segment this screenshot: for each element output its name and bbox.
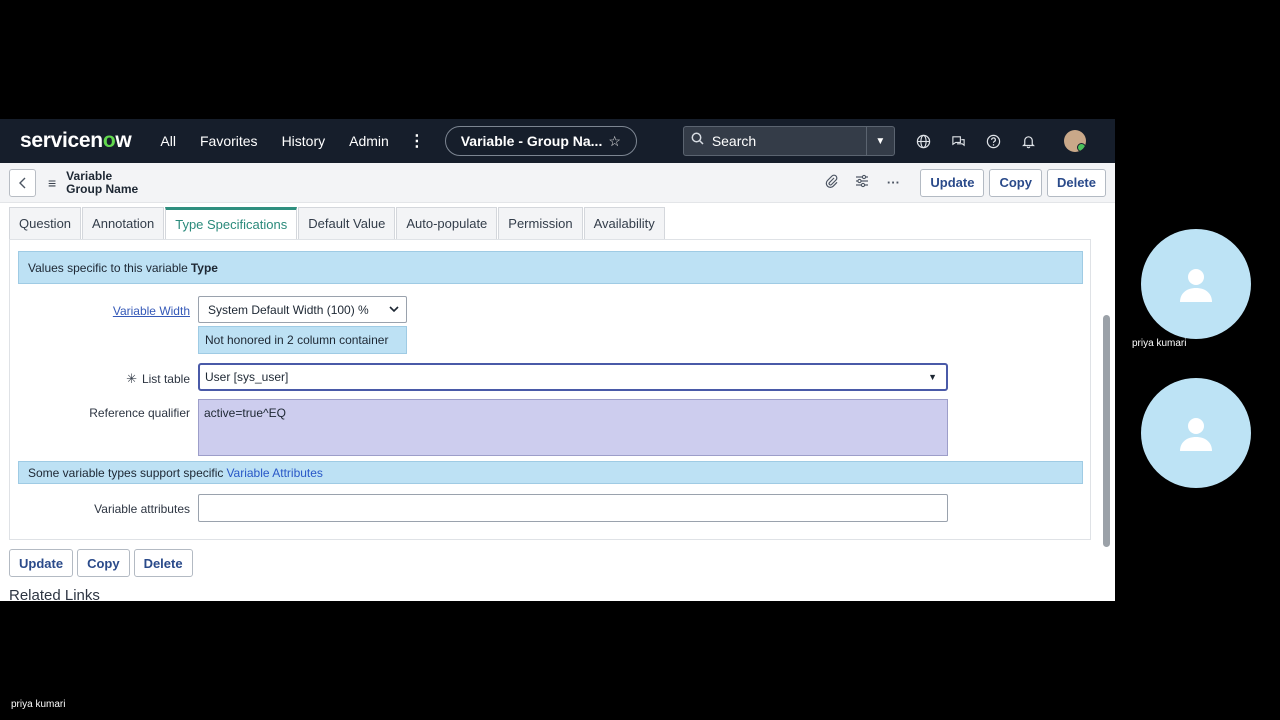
user-placeholder-icon	[1180, 269, 1212, 302]
tab-question[interactable]: Question	[9, 207, 82, 239]
top-navigation-bar: servicenow All Favorites History Admin ⋮…	[0, 119, 1115, 163]
reference-qualifier-label: Reference qualifier	[89, 406, 190, 420]
back-button[interactable]	[9, 168, 36, 197]
tab-availability[interactable]: Availability	[583, 207, 665, 239]
list-table-label: ✳ List table	[126, 371, 190, 386]
variable-attributes-label: Variable attributes	[94, 502, 190, 516]
form-tabs: Question Annotation Type Specifications …	[0, 203, 1115, 239]
variable-attributes-input[interactable]	[198, 494, 948, 522]
type-specifications-panel: Values specific to this variable Type Var…	[9, 239, 1091, 540]
reference-qualifier-textarea[interactable]: active=true^EQ	[198, 399, 948, 456]
context-title: Variable - Group Na...	[460, 133, 603, 149]
servicenow-window: servicenow All Favorites History Admin ⋮…	[0, 119, 1115, 601]
tab-default-value[interactable]: Default Value	[298, 207, 396, 239]
nav-favorites[interactable]: Favorites	[200, 133, 258, 149]
help-icon[interactable]	[983, 130, 1005, 152]
participant-tile-self	[1141, 378, 1251, 488]
more-options-icon[interactable]: ···	[884, 175, 902, 190]
variable-width-label[interactable]: Variable Width	[10, 304, 190, 318]
notifications-bell-icon[interactable]	[1018, 130, 1040, 152]
form-context-menu-icon[interactable]: ≡	[48, 175, 56, 191]
form-header: ≡ Variable Group Name ··· Update Copy De…	[0, 163, 1115, 203]
variable-attributes-banner: Some variable types support specific Vari…	[18, 461, 1083, 484]
bottom-delete-button[interactable]: Delete	[133, 549, 193, 577]
user-placeholder-icon	[1180, 418, 1212, 451]
chevron-down-icon	[389, 304, 399, 316]
tab-annotation[interactable]: Annotation	[82, 207, 165, 239]
update-button[interactable]: Update	[920, 168, 985, 197]
tab-type-specifications[interactable]: Type Specifications	[165, 207, 298, 239]
globe-icon[interactable]	[913, 130, 935, 152]
servicenow-logo[interactable]: servicenow	[20, 129, 132, 153]
attachment-paperclip-icon[interactable]	[822, 174, 840, 191]
chat-icon[interactable]	[948, 130, 970, 152]
dropdown-triangle-icon: ▼	[928, 372, 937, 382]
bottom-update-button[interactable]: Update	[9, 549, 74, 577]
more-menu-icon[interactable]: ⋮	[409, 131, 425, 151]
bottom-copy-button[interactable]: Copy	[77, 549, 130, 577]
width-note: Not honored in 2 column container	[198, 326, 407, 354]
participant-name: priya kumari	[1132, 338, 1187, 349]
nav-history[interactable]: History	[282, 133, 326, 149]
related-links-heading: Related Links	[9, 587, 100, 601]
variable-attributes-link[interactable]: Variable Attributes	[226, 466, 323, 480]
nav-admin[interactable]: Admin	[349, 133, 389, 149]
tab-auto-populate[interactable]: Auto-populate	[396, 207, 498, 239]
tab-permission[interactable]: Permission	[498, 207, 583, 239]
search-icon	[684, 132, 712, 150]
copy-button[interactable]: Copy	[989, 168, 1042, 197]
variable-width-select[interactable]: System Default Width (100) %	[198, 296, 407, 323]
context-title-pill[interactable]: Variable - Group Na... ☆	[444, 126, 637, 156]
bottom-action-buttons: Update Copy Delete	[9, 549, 197, 577]
global-search[interactable]: Search ▼	[682, 126, 895, 156]
delete-button[interactable]: Delete	[1046, 168, 1106, 197]
participant-tile	[1141, 229, 1251, 339]
type-info-banner: Values specific to this variable Type	[18, 251, 1083, 284]
vertical-scrollbar[interactable]	[1103, 315, 1110, 547]
required-asterisk-icon: ✳	[126, 371, 137, 386]
personalize-form-icon[interactable]	[853, 174, 871, 191]
search-scope-dropdown[interactable]: ▼	[865, 127, 894, 155]
list-table-select[interactable]: User [sys_user] ▼	[198, 363, 948, 391]
self-participant-name: priya kumari	[11, 699, 66, 710]
nav-all[interactable]: All	[160, 133, 176, 149]
record-title: Variable Group Name	[66, 168, 139, 196]
star-favorite-icon[interactable]: ☆	[608, 133, 621, 150]
search-placeholder: Search	[711, 133, 757, 149]
user-avatar[interactable]	[1063, 130, 1086, 152]
